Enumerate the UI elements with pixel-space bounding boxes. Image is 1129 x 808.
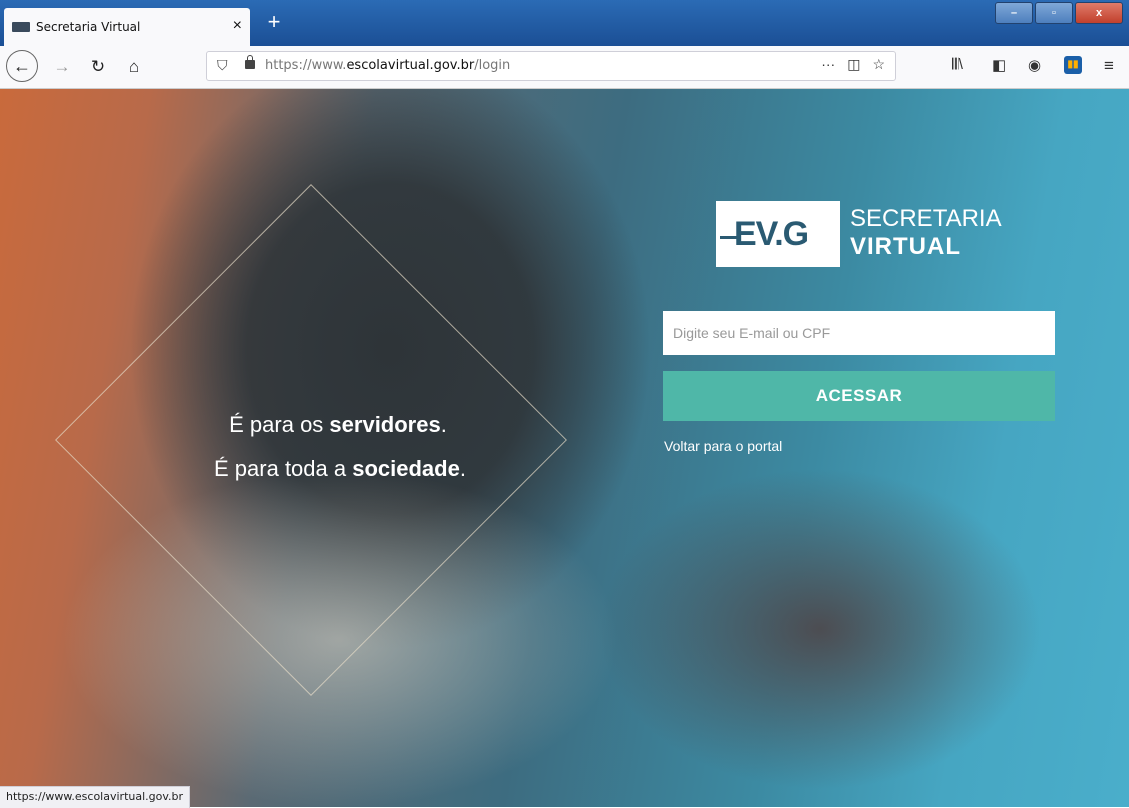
minimize-button[interactable]: –	[995, 2, 1033, 24]
address-bar[interactable]: ⛉ https://www.escolavirtual.gov.br/login…	[206, 51, 896, 81]
tagline-line-2: É para toda a sociedade.	[214, 456, 466, 481]
close-window-button[interactable]: x	[1075, 2, 1123, 24]
home-icon[interactable]: ⌂	[122, 55, 146, 79]
extension-icon[interactable]: ▮▮	[1064, 56, 1082, 74]
forward-arrow-icon[interactable]: →	[50, 55, 74, 79]
status-bar-url: https://www.escolavirtual.gov.br	[0, 786, 191, 808]
tab-title: Secretaria Virtual	[36, 20, 141, 34]
sidebar-icon[interactable]: ◧	[992, 56, 1006, 74]
new-tab-button[interactable]: +	[260, 8, 288, 38]
tracking-shield-icon[interactable]: ⛉	[217, 57, 228, 74]
url-text[interactable]: https://www.escolavirtual.gov.br/login	[265, 58, 510, 73]
back-arrow-icon[interactable]: ←	[6, 50, 38, 82]
logo-mark: EV.G	[734, 215, 809, 253]
email-cpf-input[interactable]	[663, 311, 1055, 355]
pocket-icon[interactable]: ◫	[847, 56, 860, 73]
browser-toolbar: ← → ↻ ⌂ ⛉ https://www.escolavirtual.gov.…	[0, 46, 1129, 89]
tagline-line-1: É para os servidores.	[229, 412, 447, 437]
logo-title: SECRETARIA	[850, 205, 1002, 232]
evg-logo: EV.G	[716, 201, 840, 267]
close-tab-icon[interactable]: ×	[233, 17, 242, 35]
bookmark-star-icon[interactable]: ☆	[872, 56, 885, 73]
library-icon[interactable]: 𝄃𝄃\	[952, 56, 963, 73]
url-actions: ··· ◫ ☆	[821, 56, 885, 73]
browser-tab[interactable]: Secretaria Virtual ×	[4, 8, 250, 46]
back-to-portal-link[interactable]: Voltar para o portal	[664, 438, 782, 454]
page-actions-icon[interactable]: ···	[821, 56, 835, 73]
site-favicon-icon	[12, 22, 30, 32]
lock-icon[interactable]	[245, 55, 255, 69]
acessar-button[interactable]: ACESSAR	[663, 371, 1055, 421]
menu-hamburger-icon[interactable]: ≡	[1104, 56, 1114, 76]
reload-icon[interactable]: ↻	[86, 55, 110, 79]
window-controls: – ▫ x	[995, 2, 1123, 24]
browser-titlebar: Secretaria Virtual × + – ▫ x	[0, 0, 1129, 46]
hero-background: É para os servidores. É para toda a soci…	[0, 89, 1129, 807]
logo-subtitle: VIRTUAL	[850, 233, 961, 260]
maximize-button[interactable]: ▫	[1035, 2, 1073, 24]
account-icon[interactable]: ◉	[1028, 56, 1041, 74]
